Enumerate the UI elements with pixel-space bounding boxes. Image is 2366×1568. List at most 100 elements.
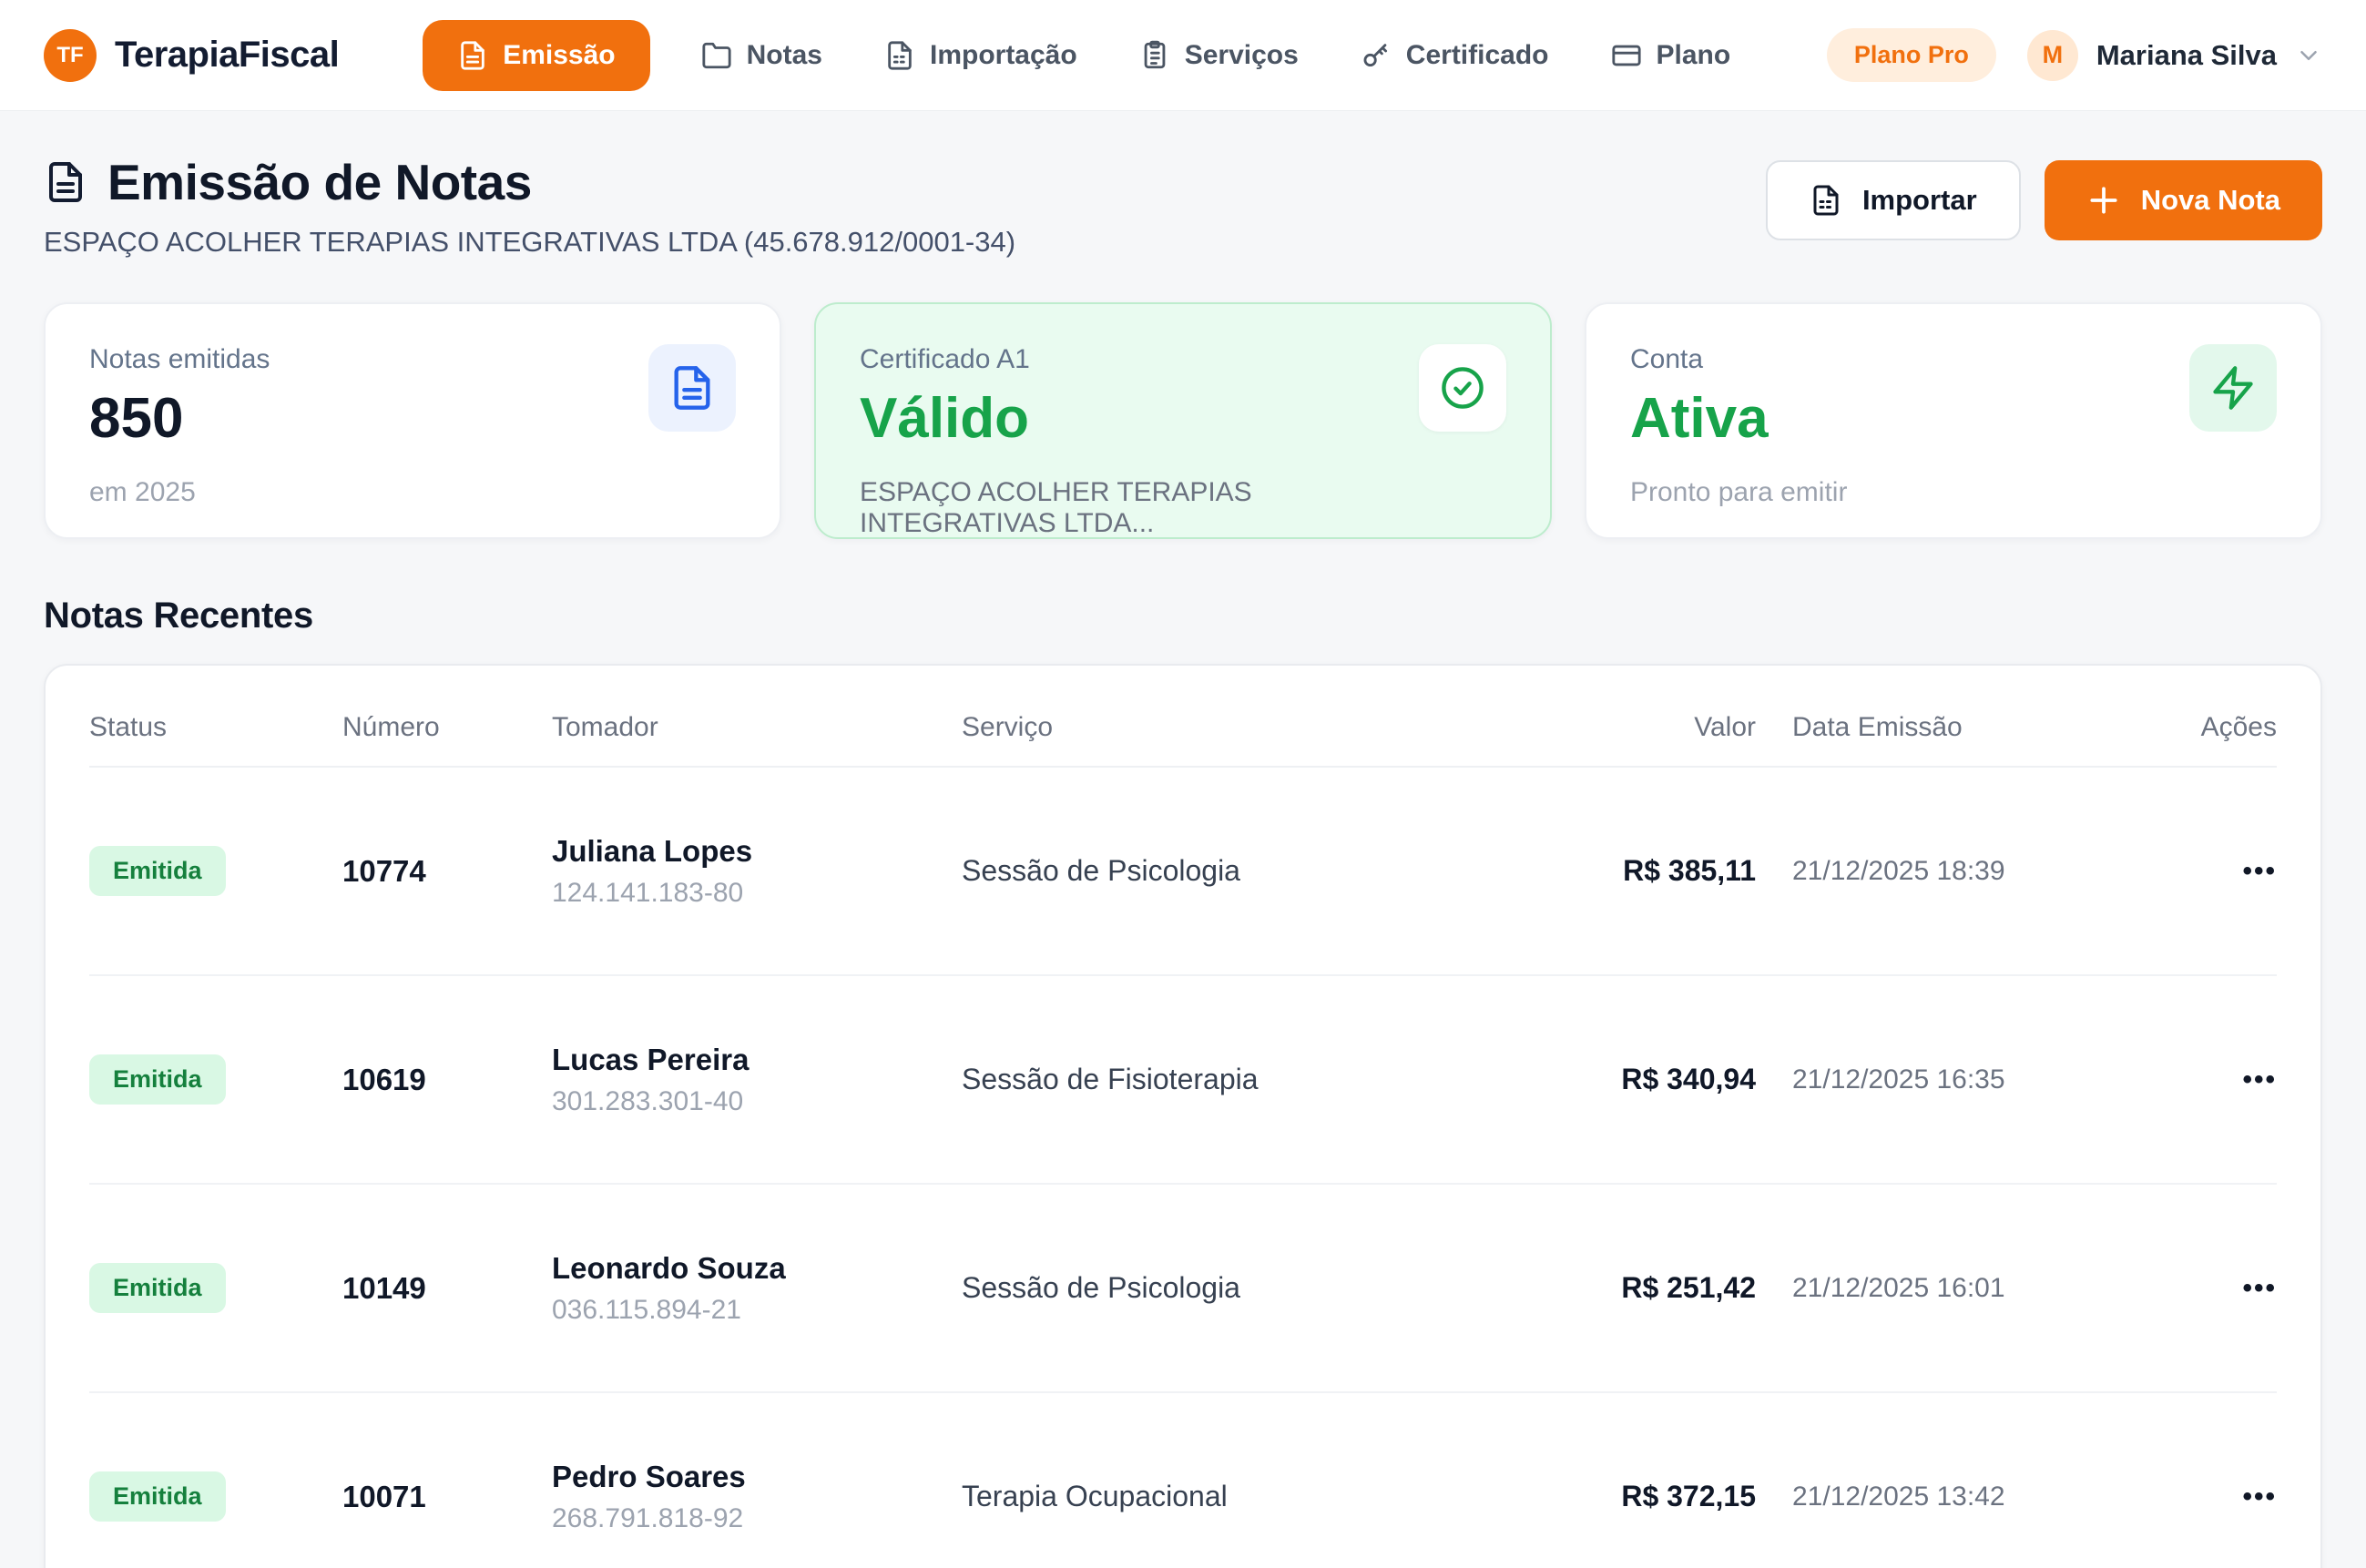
credit-card-icon [1611, 40, 1642, 71]
section-title-notas-recentes: Notas Recentes [44, 596, 2322, 636]
page-title: Emissão de Notas [107, 153, 532, 211]
user-menu[interactable]: M Mariana Silva [2027, 30, 2322, 81]
status-cell: Emitida [89, 1471, 342, 1522]
status-badge: Emitida [89, 1054, 226, 1105]
data-emissao-cell: 21/12/2025 16:01 [1756, 1273, 2111, 1304]
brand[interactable]: TF TerapiaFiscal [44, 29, 339, 82]
file-import-icon [1810, 184, 1842, 217]
nav-item-plano[interactable]: Plano [1600, 20, 1742, 91]
col-servico: Serviço [962, 712, 1599, 743]
card-label: Conta [1630, 344, 1847, 375]
nav-item-servicos[interactable]: Serviços [1128, 20, 1310, 91]
servico-cell: Sessão de Psicologia [962, 1271, 1599, 1305]
user-name: Mariana Silva [2096, 39, 2277, 72]
nav-label: Emissão [503, 40, 615, 71]
brand-logo: TF [44, 29, 97, 82]
company-subtitle: ESPAÇO ACOLHER TERAPIAS INTEGRATIVAS LTD… [44, 226, 1015, 259]
tomador-name: Juliana Lopes [552, 834, 962, 869]
card-value: 850 [89, 388, 270, 450]
tomador-document: 301.283.301-40 [552, 1086, 962, 1117]
numero-cell: 10149 [342, 1271, 552, 1306]
new-note-button-label: Nova Nota [2141, 184, 2280, 217]
servico-cell: Sessão de Fisioterapia [962, 1063, 1599, 1096]
clipboard-icon [1139, 40, 1170, 71]
card-label: Notas emitidas [89, 344, 270, 375]
table-row: Emitida 10619 Lucas Pereira 301.283.301-… [89, 976, 2277, 1185]
servico-cell: Terapia Ocupacional [962, 1480, 1599, 1513]
col-data-emissao: Data Emissão [1756, 712, 2111, 743]
acoes-cell: ••• [2111, 847, 2277, 896]
valor-cell: R$ 385,11 [1599, 854, 1756, 888]
card-caption: ESPAÇO ACOLHER TERAPIAS INTEGRATIVAS LTD… [860, 477, 1419, 539]
card-value: Ativa [1630, 388, 1847, 450]
card-certificado: Certificado A1 Válido ESPAÇO ACOLHER TER… [814, 302, 1552, 539]
nav-item-notas[interactable]: Notas [690, 20, 833, 91]
main-nav: Emissão Notas Importação Serviços Certif… [423, 20, 1741, 91]
status-cell: Emitida [89, 1263, 342, 1313]
tomador-name: Lucas Pereira [552, 1043, 962, 1077]
stat-cards: Notas emitidas 850 em 2025 Certificado A… [44, 302, 2322, 539]
document-icon [44, 160, 87, 204]
key-icon [1361, 40, 1392, 71]
nav-label: Importação [930, 40, 1077, 71]
nav-label: Plano [1657, 40, 1731, 71]
card-conta: Conta Ativa Pronto para emitir [1585, 302, 2322, 539]
brand-name: TerapiaFiscal [115, 35, 339, 76]
data-emissao-cell: 21/12/2025 13:42 [1756, 1481, 2111, 1512]
chevron-down-icon [2295, 42, 2322, 69]
tomador-document: 036.115.894-21 [552, 1295, 962, 1326]
numero-cell: 10071 [342, 1480, 552, 1514]
table-row: Emitida 10774 Juliana Lopes 124.141.183-… [89, 768, 2277, 976]
row-actions-button[interactable]: ••• [2224, 1264, 2277, 1313]
nav-item-emissao[interactable]: Emissão [423, 20, 649, 91]
status-cell: Emitida [89, 846, 342, 896]
nav-item-importacao[interactable]: Importação [873, 20, 1088, 91]
col-numero: Número [342, 712, 552, 743]
valor-cell: R$ 340,94 [1599, 1063, 1756, 1096]
tomador-document: 124.141.183-80 [552, 878, 962, 909]
document-icon [648, 344, 736, 432]
card-label: Certificado A1 [860, 344, 1419, 375]
tomador-cell: Juliana Lopes 124.141.183-80 [552, 834, 962, 909]
table-body: Emitida 10774 Juliana Lopes 124.141.183-… [89, 768, 2277, 1568]
row-actions-button[interactable]: ••• [2224, 1472, 2277, 1522]
servico-cell: Sessão de Psicologia [962, 854, 1599, 888]
acoes-cell: ••• [2111, 1472, 2277, 1522]
table-header-row: Status Número Tomador Serviço Valor Data… [89, 689, 2277, 768]
avatar: M [2027, 30, 2078, 81]
check-circle-icon [1419, 344, 1506, 432]
data-emissao-cell: 21/12/2025 18:39 [1756, 856, 2111, 887]
tomador-cell: Pedro Soares 268.791.818-92 [552, 1460, 962, 1534]
card-notas-emitidas: Notas emitidas 850 em 2025 [44, 302, 781, 539]
nav-item-certificado[interactable]: Certificado [1350, 20, 1560, 91]
table-row: Emitida 10149 Leonardo Souza 036.115.894… [89, 1185, 2277, 1393]
top-navbar: TF TerapiaFiscal Emissão Notas Importaçã… [0, 0, 2366, 111]
page-header: Emissão de Notas ESPAÇO ACOLHER TERAPIAS… [0, 111, 2366, 259]
row-actions-button[interactable]: ••• [2224, 847, 2277, 896]
acoes-cell: ••• [2111, 1055, 2277, 1105]
numero-cell: 10619 [342, 1063, 552, 1097]
recent-notes-table: Status Número Tomador Serviço Valor Data… [44, 664, 2322, 1568]
plan-badge: Plano Pro [1827, 28, 1996, 82]
card-value: Válido [860, 388, 1419, 450]
status-cell: Emitida [89, 1054, 342, 1105]
import-button[interactable]: Importar [1766, 160, 2021, 240]
plus-icon [2086, 183, 2121, 218]
bolt-icon [2189, 344, 2277, 432]
col-valor: Valor [1599, 712, 1756, 743]
col-status: Status [89, 712, 342, 743]
numero-cell: 10774 [342, 854, 552, 889]
col-acoes: Ações [2111, 712, 2277, 743]
new-note-button[interactable]: Nova Nota [2045, 160, 2322, 240]
tomador-document: 268.791.818-92 [552, 1503, 962, 1534]
col-tomador: Tomador [552, 712, 962, 743]
status-badge: Emitida [89, 1471, 226, 1522]
navbar-right: Plano Pro M Mariana Silva [1827, 28, 2322, 82]
table-row: Emitida 10071 Pedro Soares 268.791.818-9… [89, 1393, 2277, 1568]
valor-cell: R$ 251,42 [1599, 1271, 1756, 1305]
file-import-icon [884, 40, 915, 71]
tomador-cell: Leonardo Souza 036.115.894-21 [552, 1251, 962, 1326]
row-actions-button[interactable]: ••• [2224, 1055, 2277, 1105]
valor-cell: R$ 372,15 [1599, 1480, 1756, 1513]
folder-icon [701, 40, 732, 71]
